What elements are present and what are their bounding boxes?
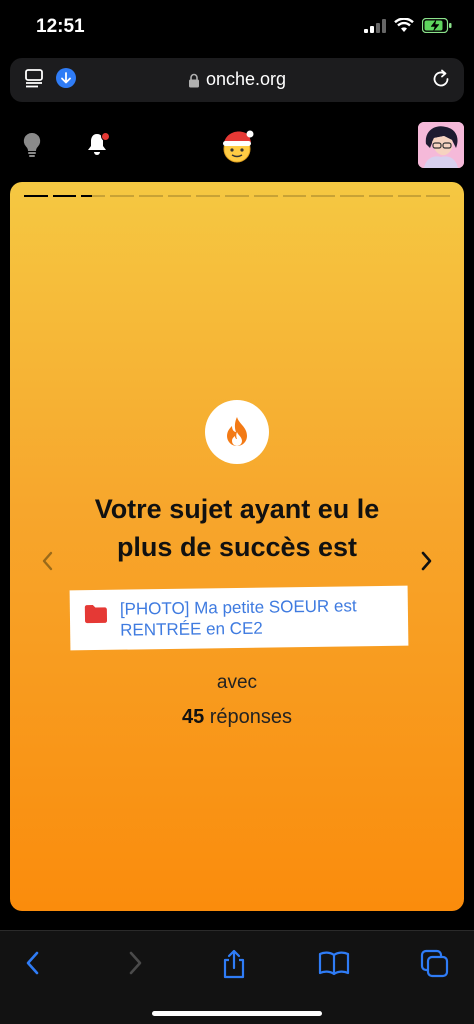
progress-segment	[397, 195, 422, 197]
bookmarks-icon[interactable]	[318, 949, 350, 977]
progress-segment	[196, 195, 221, 197]
progress-segment	[253, 195, 278, 197]
story-card: Votre sujet ayant eu le plus de succès e…	[10, 182, 464, 911]
home-indicator	[152, 1011, 322, 1016]
with-label: avec	[216, 672, 258, 693]
topic-title-line2: RENTRÉE en CE2	[120, 618, 263, 640]
topic-title[interactable]: [PHOTO] Ma petite SOEUR est RENTRÉE en C…	[120, 595, 397, 641]
status-time: 12:51	[36, 16, 85, 37]
tabs-overview-icon[interactable]	[420, 949, 450, 979]
topic-link-box[interactable]: [PHOTO] Ma petite SOEUR est RENTRÉE en C…	[69, 585, 409, 651]
browser-toolbar	[0, 930, 474, 1024]
avatar[interactable]	[418, 122, 464, 168]
progress-segment	[340, 195, 364, 197]
progress-segment	[110, 195, 134, 197]
chevron-left-icon[interactable]	[40, 550, 54, 572]
flame-icon	[227, 417, 247, 446]
url-text: onche.org	[205, 69, 287, 89]
flame-badge	[205, 400, 269, 464]
card-title: Votre sujet ayant eu le plus de succès e…	[40, 490, 434, 566]
reply-count: 45	[181, 706, 205, 728]
progress-segment	[167, 195, 192, 197]
notification-bell[interactable]	[86, 132, 110, 161]
progress-segment	[368, 195, 393, 197]
progress-segment	[24, 195, 48, 197]
reply-stats: 45 réponses	[10, 706, 464, 729]
signal-icon	[364, 18, 386, 33]
status-bar: 12:51	[0, 0, 474, 56]
progress-segment	[426, 195, 451, 197]
back-icon[interactable]	[22, 949, 44, 977]
story-progress	[24, 195, 451, 197]
lightbulb-icon[interactable]	[22, 132, 42, 158]
chevron-right-icon[interactable]	[420, 550, 434, 572]
reply-label: réponses	[209, 706, 293, 728]
progress-segment	[311, 195, 336, 197]
lock-icon	[188, 73, 199, 88]
wifi-icon	[394, 18, 414, 32]
battery-charging-icon	[422, 18, 452, 33]
progress-segment	[282, 195, 307, 197]
topic-title-line1: [PHOTO] Ma petite SOEUR est	[119, 596, 357, 619]
url-display[interactable]: onche.org	[10, 69, 464, 90]
share-icon[interactable]	[221, 949, 247, 979]
reload-icon[interactable]	[430, 68, 452, 90]
notification-dot	[101, 132, 110, 141]
card-title-line1: Votre sujet ayant eu le	[94, 494, 380, 524]
address-bar[interactable]: onche.org	[10, 58, 464, 102]
santa-logo-icon[interactable]	[218, 126, 256, 164]
folder-icon	[84, 605, 108, 624]
site-header	[0, 112, 474, 178]
card-title-line2: plus de succès est	[116, 532, 358, 562]
progress-segment	[81, 195, 106, 197]
progress-segment	[52, 195, 77, 197]
progress-segment	[225, 195, 249, 197]
status-icons	[364, 18, 452, 33]
progress-segment	[138, 195, 163, 197]
forward-icon[interactable]	[124, 949, 146, 977]
